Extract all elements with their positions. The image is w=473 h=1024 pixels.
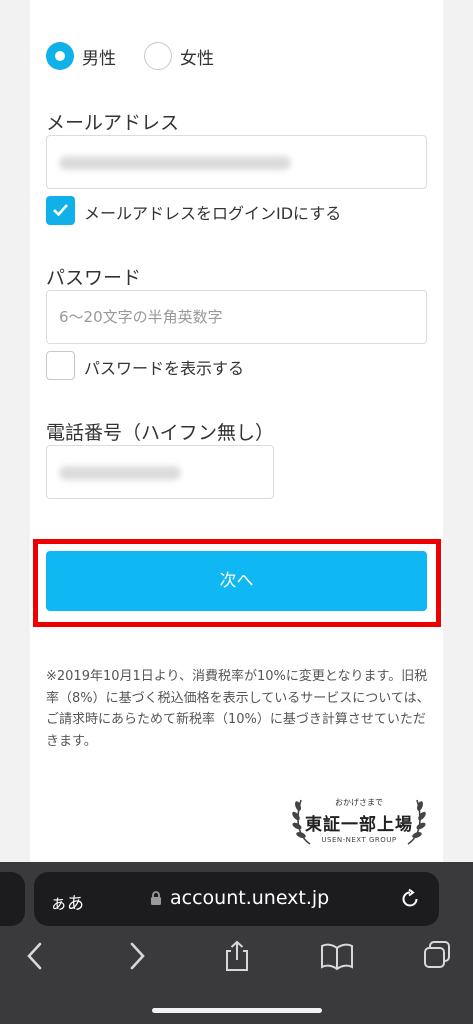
lock-icon [151,891,161,905]
email-label: メールアドレス [46,112,180,134]
password-label: パスワード [46,267,142,289]
badge-top-text: おかげさまで [335,798,383,807]
email-field[interactable] [46,135,427,189]
signup-page: 男性 女性 メールアドレス メールアドレスをログインIDにする パスワード 6〜… [0,0,473,1024]
male-radio[interactable] [46,42,74,70]
show-password-label[interactable]: パスワードを表示する [84,355,244,379]
listing-badge: おかげさまで 東証一部上場 USEN-NEXT GROUP [288,792,430,854]
url-text[interactable]: account.unext.jp [170,887,329,909]
badge-main-text: 東証一部上場 [305,815,413,835]
phone-field[interactable] [46,445,274,499]
login-id-checkbox[interactable] [46,196,75,225]
tabs-icon[interactable] [422,940,452,972]
reader-options-button[interactable]: ぁあ [50,889,84,914]
female-radio[interactable] [144,42,172,70]
tax-notice: ※2019年10月1日より、消費税率が10%に変更となります。旧税率（8%）に基… [46,669,430,749]
male-radio-label[interactable]: 男性 [82,44,116,69]
password-field[interactable]: 6〜20文字の半角英数字 [46,290,427,344]
phone-label: 電話番号（ハイフン無し） [46,422,275,444]
email-value [59,156,291,170]
female-radio-label[interactable]: 女性 [180,44,214,69]
reload-icon[interactable] [399,888,421,910]
bookmarks-icon[interactable] [320,940,354,972]
share-icon[interactable] [222,940,252,972]
gender-radio-group: 男性 女性 [46,42,296,74]
password-placeholder: 6〜20文字の半角英数字 [59,308,223,326]
back-icon[interactable] [24,940,46,972]
address-bar[interactable]: ぁあ account.unext.jp [34,872,439,926]
phone-value [59,466,181,480]
show-password-checkbox[interactable] [46,351,75,380]
login-id-checkbox-label[interactable]: メールアドレスをログインIDにする [84,200,341,224]
checkmark-icon [53,204,68,217]
badge-sub-text: USEN-NEXT GROUP [321,836,397,844]
previous-tab-edge[interactable] [0,872,25,926]
forward-icon[interactable] [126,940,148,972]
next-button[interactable]: 次へ [46,551,427,611]
home-indicator [152,1008,322,1013]
